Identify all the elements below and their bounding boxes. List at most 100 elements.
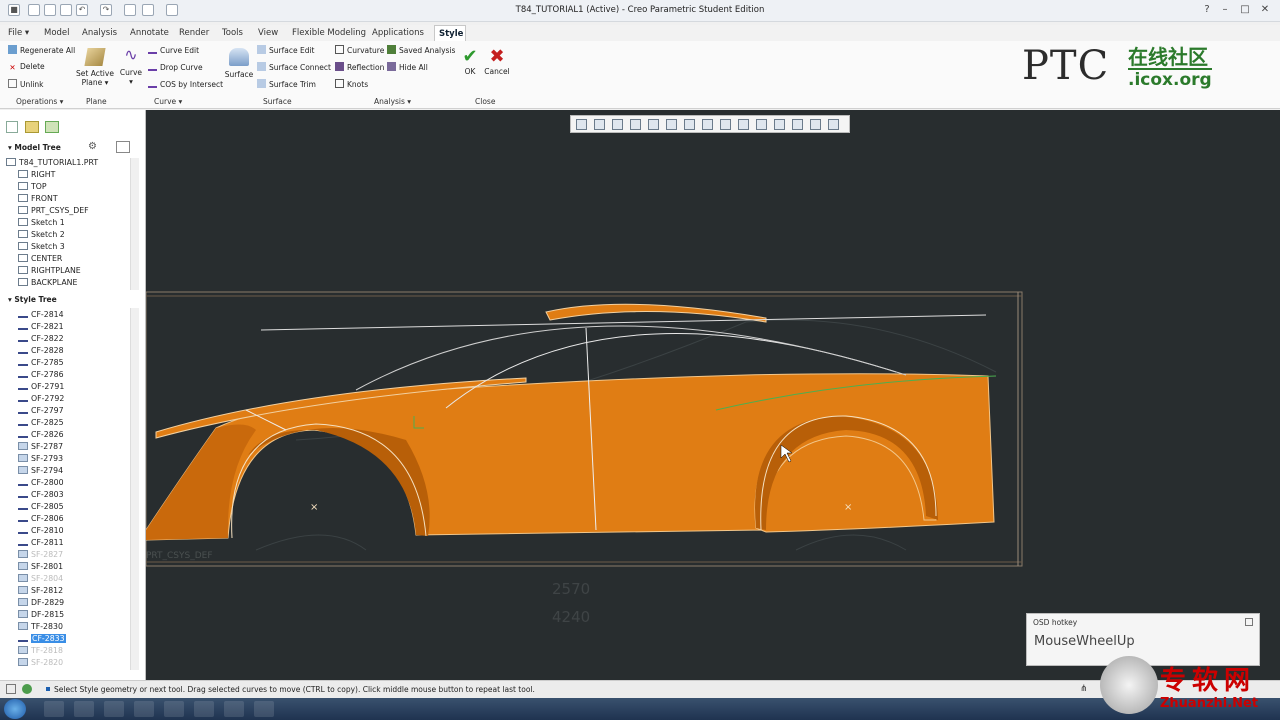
- style-tree-item[interactable]: CF-2810: [18, 525, 64, 537]
- plane-display-icon[interactable]: [720, 119, 731, 130]
- annotation-display-icon[interactable]: [792, 119, 803, 130]
- style-tree-item[interactable]: SF-2787: [18, 441, 63, 453]
- taskbar-app-4[interactable]: [134, 701, 154, 717]
- style-tree-scrollbar[interactable]: [130, 308, 139, 670]
- ok-button[interactable]: ✔ OK: [458, 47, 482, 77]
- tab-file[interactable]: File ▾: [4, 25, 33, 41]
- taskbar-app-7[interactable]: [224, 701, 244, 717]
- taskbar-app-6[interactable]: [194, 701, 214, 717]
- model-tree-item[interactable]: RIGHTPLANE: [18, 265, 81, 277]
- help-icon[interactable]: ?: [1198, 2, 1216, 18]
- minimize-button[interactable]: –: [1216, 2, 1234, 18]
- surface-connect-button[interactable]: Surface Connect: [257, 62, 331, 73]
- start-button[interactable]: [4, 699, 26, 719]
- style-tree-item[interactable]: TF-2818: [18, 645, 63, 657]
- saved-orientations-icon[interactable]: [666, 119, 677, 130]
- folder-browser-icon[interactable]: [25, 121, 39, 133]
- style-tree-item[interactable]: OF-2792: [18, 393, 64, 405]
- csys-display-icon[interactable]: [774, 119, 785, 130]
- model-tree-item[interactable]: FRONT: [18, 193, 58, 205]
- style-curve-horizontal[interactable]: [260, 314, 987, 331]
- model-tree-item[interactable]: Sketch 3: [18, 241, 65, 253]
- favorites-icon[interactable]: [45, 121, 59, 133]
- style-tree-item[interactable]: CF-2828: [18, 345, 64, 357]
- style-tree-item[interactable]: CF-2814: [18, 309, 64, 321]
- tab-view[interactable]: View: [254, 25, 282, 41]
- group-operations[interactable]: Operations ▾: [16, 97, 63, 106]
- model-tree-item[interactable]: RIGHT: [18, 169, 55, 181]
- knots-button[interactable]: Knots: [335, 79, 368, 90]
- hide-all-button[interactable]: Hide All: [387, 62, 428, 73]
- taskbar-app-1[interactable]: [44, 701, 64, 717]
- repaint-icon[interactable]: [630, 119, 641, 130]
- filter-icon[interactable]: ⋔: [1080, 684, 1090, 694]
- model-tree-item[interactable]: BACKPLANE: [18, 277, 77, 289]
- tab-flexible-modeling[interactable]: Flexible Modeling: [288, 25, 370, 41]
- view-manager-icon[interactable]: [684, 119, 695, 130]
- model-tree-item[interactable]: PRT_CSYS_DEF: [18, 205, 89, 217]
- curve-edit-button[interactable]: Curve Edit: [148, 45, 199, 56]
- show-navigator-icon[interactable]: [6, 684, 16, 694]
- style-tree-item[interactable]: CF-2822: [18, 333, 64, 345]
- axis-display-icon[interactable]: [738, 119, 749, 130]
- show-filter-icon[interactable]: [116, 141, 130, 153]
- style-tree-item[interactable]: SF-2804: [18, 573, 63, 585]
- delete-button[interactable]: ✕ Delete: [8, 62, 44, 72]
- style-tree-item[interactable]: OF-2791: [18, 381, 64, 393]
- taskbar-app-8[interactable]: [254, 701, 274, 717]
- close-button[interactable]: ✕: [1256, 2, 1274, 18]
- style-tree-item[interactable]: TF-2830: [18, 621, 63, 633]
- point-display-icon[interactable]: [756, 119, 767, 130]
- tab-tools[interactable]: Tools: [218, 25, 247, 41]
- model-tree-item[interactable]: T84_TUTORIAL1.PRT: [6, 157, 98, 169]
- style-tree-item[interactable]: SF-2793: [18, 453, 63, 465]
- refit-icon[interactable]: [576, 119, 587, 130]
- taskbar-app-5[interactable]: [164, 701, 184, 717]
- style-tree-item[interactable]: CF-2800: [18, 477, 64, 489]
- osd-close-icon[interactable]: [1245, 618, 1253, 626]
- style-tree-item[interactable]: CF-2825: [18, 417, 64, 429]
- cos-by-intersect-button[interactable]: COS by Intersect: [148, 79, 223, 90]
- model-tree-item[interactable]: TOP: [18, 181, 47, 193]
- style-tree-item[interactable]: CF-2826: [18, 429, 64, 441]
- model-tree-scrollbar[interactable]: [130, 158, 139, 290]
- set-active-plane-button[interactable]: Set Active Plane ▾: [76, 48, 114, 87]
- surface-button[interactable]: Surface: [224, 48, 254, 79]
- drop-curve-button[interactable]: Drop Curve: [148, 62, 203, 73]
- taskbar-app-2[interactable]: [74, 701, 94, 717]
- model-tree-item[interactable]: Sketch 1: [18, 217, 65, 229]
- browser-icon[interactable]: [22, 684, 32, 694]
- tab-render[interactable]: Render: [175, 25, 213, 41]
- taskbar-app-3[interactable]: [104, 701, 124, 717]
- spin-center-icon[interactable]: [810, 119, 821, 130]
- style-tree-item[interactable]: SF-2827: [18, 549, 63, 561]
- surface-edit-button[interactable]: Surface Edit: [257, 45, 314, 56]
- surface-trim-button[interactable]: Surface Trim: [257, 79, 316, 90]
- cancel-button[interactable]: ✖ Cancel: [484, 47, 510, 77]
- regenerate-all-button[interactable]: Regenerate All: [8, 45, 75, 56]
- style-tree-header[interactable]: ▾ Style Tree: [0, 293, 140, 307]
- style-tree-item[interactable]: SF-2794: [18, 465, 63, 477]
- saved-analysis-button[interactable]: Saved Analysis: [387, 45, 455, 56]
- tab-applications[interactable]: Applications: [368, 25, 428, 41]
- car-body-surface[interactable]: [145, 373, 995, 541]
- style-tree-item[interactable]: CF-2833: [18, 633, 66, 645]
- reflection-button[interactable]: Reflection: [335, 62, 384, 73]
- style-tree-item[interactable]: SF-2820: [18, 657, 63, 669]
- zoom-in-icon[interactable]: [594, 119, 605, 130]
- tab-style[interactable]: Style: [434, 25, 466, 41]
- tab-annotate[interactable]: Annotate: [126, 25, 173, 41]
- perspective-icon[interactable]: [702, 119, 713, 130]
- maximize-button[interactable]: □: [1236, 2, 1254, 18]
- style-tree-item[interactable]: CF-2786: [18, 369, 64, 381]
- tab-analysis[interactable]: Analysis: [78, 25, 121, 41]
- zoom-out-icon[interactable]: [612, 119, 623, 130]
- style-tree-item[interactable]: SF-2801: [18, 561, 63, 573]
- style-display-icon[interactable]: [828, 119, 839, 130]
- graphics-viewport[interactable]: × × PRT_CSYS_DEF 2570 4240: [145, 110, 1280, 680]
- curvature-button[interactable]: Curvature: [335, 45, 384, 56]
- style-tree-item[interactable]: CF-2806: [18, 513, 64, 525]
- roof-strip[interactable]: [545, 303, 767, 323]
- group-curve[interactable]: Curve ▾: [154, 97, 182, 106]
- style-tree-item[interactable]: DF-2829: [18, 597, 64, 609]
